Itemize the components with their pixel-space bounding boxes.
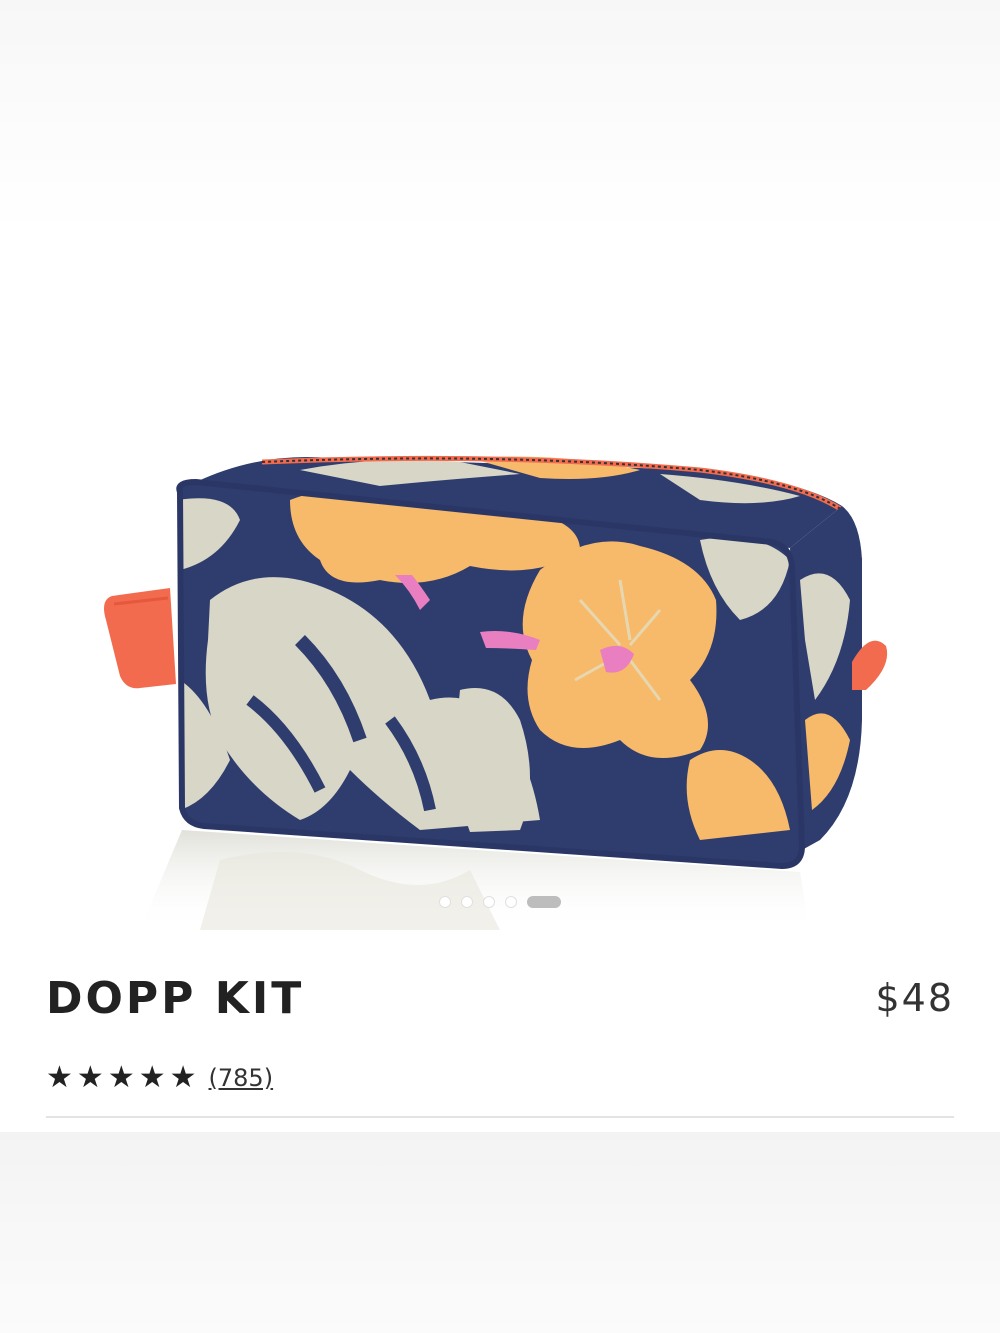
- product-price: $48: [875, 976, 954, 1020]
- product-info: DOPP KIT $48 ★ ★ ★ ★ ★ (785): [46, 960, 954, 1118]
- carousel-dot-active[interactable]: [527, 896, 561, 908]
- product-page: DOPP KIT $48 ★ ★ ★ ★ ★ (785): [0, 0, 1000, 1333]
- divider: [46, 1116, 954, 1118]
- title-row: DOPP KIT $48: [46, 960, 954, 1036]
- carousel-dot[interactable]: [461, 896, 473, 908]
- star-icon: ★: [138, 1060, 166, 1095]
- star-icon: ★: [76, 1060, 104, 1095]
- dopp-kit-product-image: [104, 455, 888, 930]
- star-icon: ★: [46, 1060, 73, 1095]
- product-title: DOPP KIT: [46, 972, 305, 1024]
- star-icon: ★: [107, 1060, 135, 1095]
- review-count-link[interactable]: (785): [209, 1064, 274, 1092]
- star-icon: ★: [169, 1060, 197, 1095]
- carousel-dots: [0, 893, 1000, 911]
- lower-content-placeholder: [0, 1132, 1000, 1333]
- carousel-dot[interactable]: [483, 896, 495, 908]
- carousel-dot[interactable]: [505, 896, 517, 908]
- rating-row[interactable]: ★ ★ ★ ★ ★ (785): [46, 1060, 954, 1096]
- carousel-dot[interactable]: [439, 896, 451, 908]
- product-image-carousel[interactable]: [0, 0, 1000, 930]
- star-rating: ★ ★ ★ ★ ★: [46, 1063, 197, 1093]
